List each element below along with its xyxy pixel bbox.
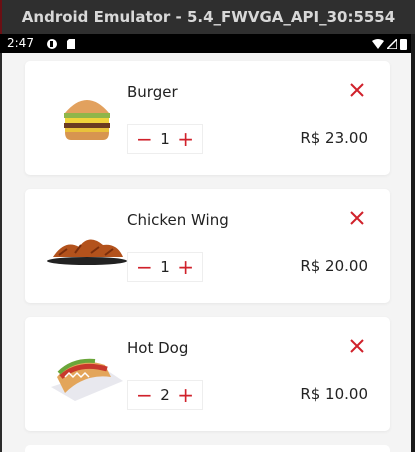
- status-bar: 2:47: [0, 34, 413, 53]
- hot-dog-image: [51, 358, 123, 401]
- item-price: R$ 23.00: [300, 129, 368, 147]
- increase-button[interactable]: +: [177, 129, 194, 149]
- decrease-button[interactable]: −: [136, 129, 153, 149]
- quantity-stepper: − 1 +: [127, 124, 203, 154]
- cart-item-partial: [25, 445, 390, 452]
- quantity-value: 2: [160, 386, 170, 404]
- decrease-button[interactable]: −: [136, 257, 153, 277]
- chicken-wings-image: [47, 239, 127, 265]
- decrease-button[interactable]: −: [136, 385, 153, 405]
- item-price: R$ 10.00: [300, 385, 368, 403]
- cart-item: Chicken Wing − 1 + R$ 20.00: [25, 189, 390, 303]
- increase-button[interactable]: +: [177, 257, 194, 277]
- item-price: R$ 20.00: [300, 257, 368, 275]
- burger-image: [64, 100, 110, 140]
- quantity-value: 1: [160, 130, 170, 148]
- cart-item: Burger − 1 + R$ 23.00: [25, 61, 390, 175]
- wifi-icon: [372, 38, 384, 49]
- cart-item: Hot Dog − 2 + R$ 10.00: [25, 317, 390, 431]
- window-edge: [411, 34, 415, 452]
- status-time: 2:47: [7, 36, 34, 50]
- increase-button[interactable]: +: [177, 385, 194, 405]
- item-name: Hot Dog: [127, 339, 189, 357]
- quantity-value: 1: [160, 258, 170, 276]
- remove-icon[interactable]: [349, 210, 365, 226]
- item-name: Burger: [127, 83, 178, 101]
- item-name: Chicken Wing: [127, 211, 229, 229]
- remove-icon[interactable]: [349, 338, 365, 354]
- remove-icon[interactable]: [349, 82, 365, 98]
- quantity-stepper: − 1 +: [127, 252, 203, 282]
- signal-icon: [387, 38, 397, 49]
- battery-icon: [400, 38, 407, 50]
- cart-list[interactable]: Burger − 1 + R$ 23.00 Chicken Wing − 1 +…: [2, 53, 411, 452]
- window-title: Android Emulator - 5.4_FWVGA_API_30:5554: [0, 0, 415, 34]
- sd-card-icon: [66, 38, 75, 49]
- quantity-stepper: − 2 +: [127, 380, 203, 410]
- notification-icon: [46, 38, 57, 49]
